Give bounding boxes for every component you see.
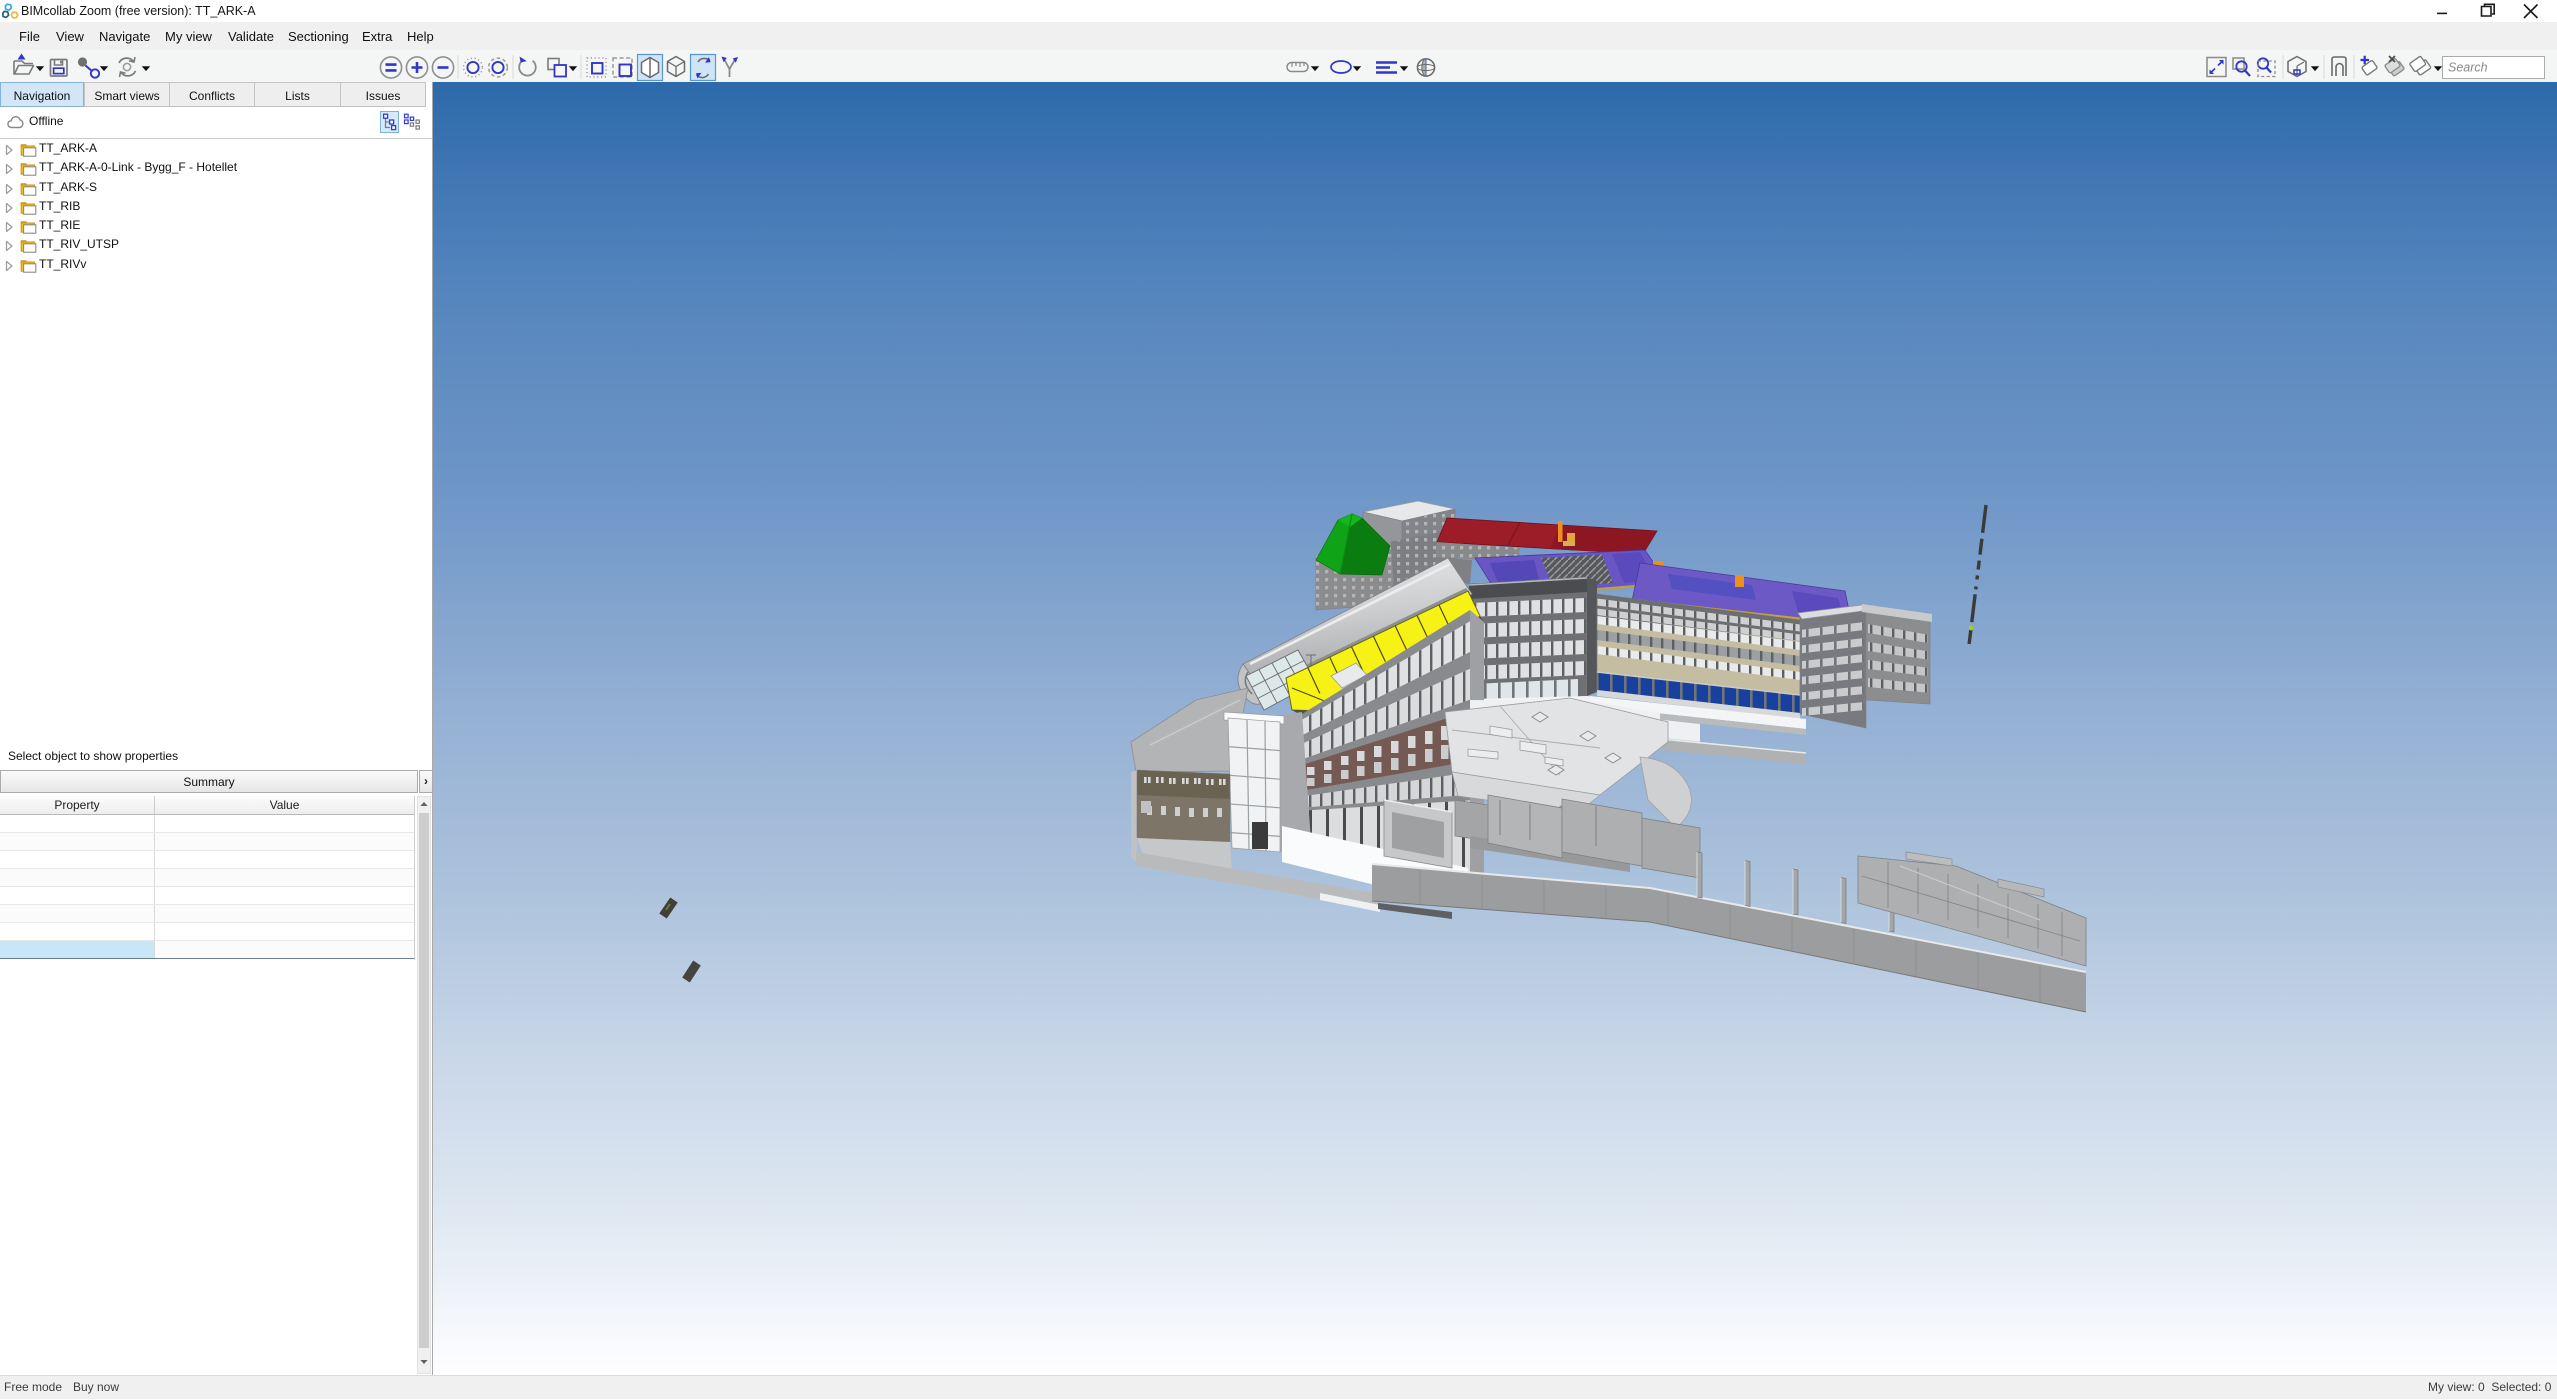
svg-text:Search: Search: [2448, 61, 2488, 75]
